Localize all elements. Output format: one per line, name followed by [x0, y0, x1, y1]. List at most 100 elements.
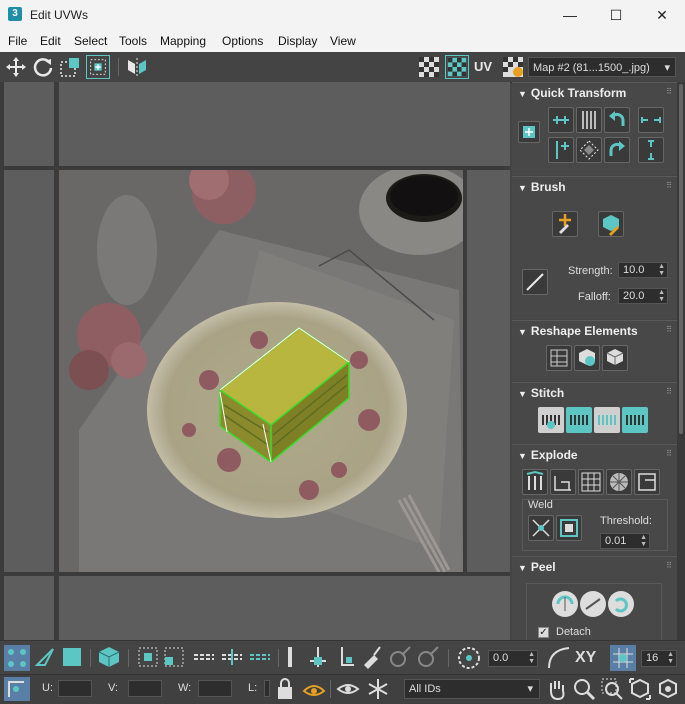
zoom-icon[interactable] — [572, 677, 596, 701]
panel-scrollbar[interactable] — [677, 82, 685, 640]
select-by-element-icon[interactable] — [306, 645, 330, 669]
rotate-cw-icon[interactable] — [604, 137, 630, 163]
align-center-icon[interactable] — [518, 121, 540, 143]
freeze-icon[interactable] — [366, 677, 390, 701]
relax-icon[interactable] — [574, 345, 600, 371]
element-mode-icon[interactable] — [97, 645, 121, 669]
weld-target-icon[interactable] — [556, 515, 582, 541]
strength-spinner[interactable]: 10.0 ▲ ▼ — [618, 262, 668, 278]
hide-selection-icon[interactable] — [302, 677, 326, 701]
move-icon[interactable] — [4, 55, 28, 79]
brush-shrink-icon[interactable] — [416, 645, 440, 669]
grid-snap-icon[interactable] — [610, 645, 636, 671]
threshold-spinner[interactable]: 0.01 ▲ ▼ — [600, 533, 650, 549]
straighten-icon[interactable] — [576, 137, 602, 163]
align-to-edge-icon[interactable] — [548, 137, 574, 163]
uv-axis-button[interactable]: UV — [474, 59, 492, 74]
rollout-header[interactable]: ▼ Stitch — [518, 386, 564, 400]
stitch-average-icon[interactable] — [594, 407, 620, 433]
xy-axis-button[interactable]: XY — [575, 649, 596, 667]
straighten-selection-icon[interactable] — [546, 345, 572, 371]
vertex-mode-icon[interactable] — [4, 645, 30, 671]
polygon-mode-icon[interactable] — [60, 645, 84, 669]
maximize-button[interactable]: ☐ — [593, 0, 639, 30]
rotate-icon[interactable] — [31, 55, 55, 79]
menu-display[interactable]: Display — [278, 34, 317, 48]
stitch-to-source-icon[interactable] — [566, 407, 592, 433]
freeform-icon[interactable] — [86, 55, 110, 79]
texture-settings-icon[interactable] — [501, 55, 525, 79]
zoom-region-icon[interactable] — [600, 677, 624, 701]
paint-move-icon[interactable] — [552, 211, 578, 237]
material-id-dropdown[interactable]: All IDs ▾ — [404, 679, 540, 699]
break-icon[interactable] — [522, 469, 548, 495]
falloff-spinner[interactable]: 20.0 ▲ ▼ — [618, 288, 668, 304]
grow-selection-icon[interactable] — [136, 645, 160, 669]
menu-mapping[interactable]: Mapping — [160, 34, 206, 48]
flatten-by-material-icon[interactable] — [578, 469, 604, 495]
scrollbar-thumb[interactable] — [679, 84, 683, 434]
peel-mode-icon[interactable] — [580, 591, 606, 617]
zoom-selected-icon[interactable] — [656, 677, 680, 701]
flatten-custom-icon[interactable] — [634, 469, 660, 495]
zoom-extents-icon[interactable] — [628, 677, 652, 701]
rollout-header[interactable]: ▼ Reshape Elements — [518, 324, 638, 338]
curve-tool-icon[interactable] — [546, 645, 572, 671]
paint-select-icon[interactable] — [360, 645, 384, 669]
lock-icon[interactable] — [274, 677, 296, 701]
flatten-by-smoothing-icon[interactable] — [550, 469, 576, 495]
shrink-selection-icon[interactable] — [162, 645, 186, 669]
menu-file[interactable]: File — [8, 34, 27, 48]
stitch-to-target-icon[interactable] — [622, 407, 648, 433]
align-horizontal-icon[interactable] — [548, 107, 574, 133]
brush-grow-icon[interactable] — [388, 645, 412, 669]
space-vertical-icon[interactable] — [638, 137, 664, 163]
quick-peel-icon[interactable] — [552, 591, 578, 617]
scale-icon[interactable] — [58, 55, 82, 79]
u-field[interactable] — [58, 680, 92, 697]
align-vertical-icon[interactable] — [576, 107, 602, 133]
weld-selected-icon[interactable] — [528, 515, 554, 541]
rotate-ccw-icon[interactable] — [604, 107, 630, 133]
reset-peel-icon[interactable] — [608, 591, 634, 617]
rotate-angle-icon[interactable] — [456, 645, 482, 671]
stitch-custom-icon[interactable] — [538, 407, 564, 433]
l-field[interactable] — [264, 680, 270, 697]
edge-mode-icon[interactable] — [33, 645, 57, 669]
w-field[interactable] — [198, 680, 232, 697]
spinner-arrows-icon[interactable]: ▲ ▼ — [640, 534, 647, 548]
spinner-arrows-icon[interactable]: ▲ ▼ — [667, 651, 674, 665]
stitch-cube-icon[interactable] — [602, 345, 628, 371]
rollout-header[interactable]: ▼ Quick Transform — [518, 86, 626, 100]
menu-edit[interactable]: Edit — [40, 34, 61, 48]
menu-tools[interactable]: Tools — [119, 34, 147, 48]
eye-icon[interactable] — [336, 677, 360, 701]
rollout-header[interactable]: ▼ Peel — [518, 560, 556, 574]
minimize-button[interactable]: — — [547, 0, 593, 30]
detach-checkbox[interactable]: ✓ — [538, 627, 549, 638]
relax-brush-icon[interactable] — [598, 211, 624, 237]
rotation-spinner[interactable]: 0.0 ▲ ▼ — [488, 650, 538, 667]
rollout-header[interactable]: ▼ Explode — [518, 448, 578, 462]
absolute-mode-icon[interactable] — [4, 677, 30, 701]
grid-size-spinner[interactable]: 16 ▲ ▼ — [641, 650, 677, 667]
pin-icon[interactable] — [284, 645, 296, 669]
close-button[interactable]: ✕ — [639, 0, 685, 30]
pan-hand-icon[interactable] — [546, 677, 568, 701]
menu-options[interactable]: Options — [222, 34, 263, 48]
v-field[interactable] — [128, 680, 162, 697]
select-overlap-icon[interactable] — [248, 645, 272, 669]
brush-size-icon[interactable] — [522, 269, 548, 295]
spinner-arrows-icon[interactable]: ▲ ▼ — [528, 651, 535, 665]
menu-select[interactable]: Select — [74, 34, 107, 48]
spinner-arrows-icon[interactable]: ▲ ▼ — [658, 289, 665, 303]
uv-viewport[interactable] — [0, 82, 510, 640]
checker-pattern-icon[interactable] — [417, 55, 441, 79]
texture-map-dropdown[interactable]: Map #2 (81...1500_.jpg) ▾ — [528, 57, 676, 77]
soft-selection-icon[interactable] — [334, 645, 358, 669]
edge-loop-icon[interactable] — [192, 645, 216, 669]
show-map-icon[interactable] — [445, 55, 469, 79]
mirror-icon[interactable] — [125, 55, 149, 79]
flatten-by-polygon-icon[interactable] — [606, 469, 632, 495]
menu-view[interactable]: View — [330, 34, 356, 48]
